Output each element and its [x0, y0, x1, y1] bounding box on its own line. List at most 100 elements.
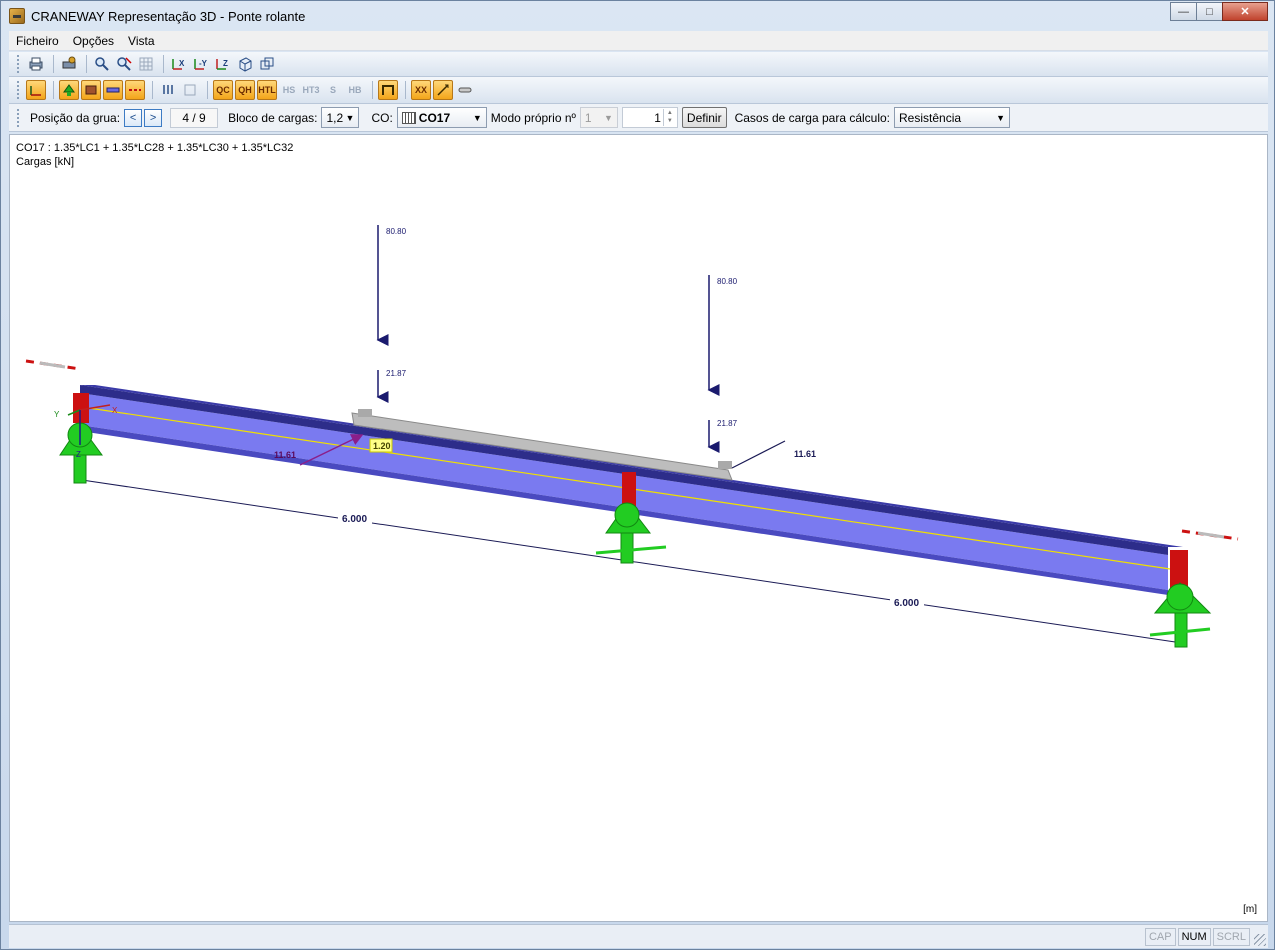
mode-number-spinner[interactable]: 1 ▲ ▼: [621, 107, 678, 128]
unit-label: [m]: [1243, 904, 1257, 915]
load-values-icon[interactable]: [180, 80, 200, 100]
separator: [152, 81, 153, 99]
calculator-icon: [401, 111, 416, 124]
beam-display-icon[interactable]: [103, 80, 123, 100]
zoom-icon[interactable]: [92, 54, 112, 74]
dimension-icon[interactable]: [433, 80, 453, 100]
menu-opcoes[interactable]: Opções: [66, 34, 121, 48]
axial-load-label: 1.20: [373, 441, 391, 451]
horizontal-load-label-1: 21.87: [386, 369, 407, 378]
mode-select[interactable]: 1 ▼: [579, 107, 618, 128]
position-counter: 4 / 9: [170, 107, 219, 128]
next-position-button[interactable]: >: [144, 108, 163, 127]
menu-vista[interactable]: Vista: [121, 34, 161, 48]
spin-arrows-icon[interactable]: ▲ ▼: [662, 109, 676, 126]
end-plate-right: [1170, 550, 1188, 588]
toolbar-grip[interactable]: [17, 108, 20, 127]
dimension-label-2: 6.000: [894, 598, 919, 609]
caps-lock-indicator: CAP: [1144, 927, 1176, 946]
previous-position-button[interactable]: <: [124, 108, 143, 127]
load-block-value: 1,2: [326, 110, 344, 125]
vertical-load-label-2: 80.80: [717, 277, 738, 286]
zoom-out-icon[interactable]: [114, 54, 134, 74]
view-x-label: X: [179, 59, 185, 68]
window-controls: — □ ✕: [1170, 2, 1268, 21]
section-display-icon[interactable]: [81, 80, 101, 100]
separator: [53, 81, 54, 99]
separator: [405, 81, 406, 99]
hinge-rod-right: [1181, 529, 1239, 541]
qc-load-icon[interactable]: QC: [213, 80, 233, 100]
local-axes-icon[interactable]: XX: [411, 80, 431, 100]
wire-view-icon[interactable]: [257, 54, 277, 74]
mode-spin-value: 1: [654, 110, 661, 125]
ht3-load-icon[interactable]: HT3: [301, 80, 321, 100]
axes-display-icon[interactable]: [26, 80, 46, 100]
separator: [163, 55, 164, 73]
view-x-icon[interactable]: X: [169, 54, 189, 74]
s-load-icon[interactable]: S: [323, 80, 343, 100]
mode-value: 1: [584, 110, 592, 125]
view-minus-y-icon[interactable]: -Y: [191, 54, 211, 74]
chevron-down-icon: ▼: [603, 113, 613, 123]
toolbar-display: QC QH HTL HS HT3 S HB XX: [9, 77, 1268, 104]
hs-load-icon[interactable]: HS: [279, 80, 299, 100]
menu-ficheiro[interactable]: Ficheiro: [9, 34, 66, 48]
member-display-icon[interactable]: [125, 80, 145, 100]
load-block-select[interactable]: 1,2 ▼: [321, 107, 360, 128]
view-z-icon[interactable]: Z: [213, 54, 233, 74]
separator: [86, 55, 87, 73]
3d-viewport[interactable]: CO17 : 1.35*LC1 + 1.35*LC28 + 1.35*LC30 …: [9, 134, 1268, 922]
co-value: CO17: [418, 110, 451, 125]
toolbar-grip[interactable]: [17, 55, 20, 73]
axis-z-label: Z: [76, 450, 81, 459]
crane-position-label: Posição da grua:: [30, 110, 121, 125]
end-plate-middle: [622, 472, 636, 506]
support-display-icon[interactable]: [59, 80, 79, 100]
separator: [207, 81, 208, 99]
maximize-button[interactable]: □: [1196, 2, 1223, 21]
status-bar: CAP NUM SCRL: [9, 924, 1268, 948]
axis-y-label: Y: [54, 410, 60, 419]
grid-icon[interactable]: [136, 54, 156, 74]
scene-canvas: 6.000 6.000 X Y Z 80.80 21.87 80.80 21.8…: [25, 225, 1239, 648]
print-icon[interactable]: [26, 54, 46, 74]
hb-load-icon[interactable]: HB: [345, 80, 365, 100]
chevron-down-icon: ▼: [345, 113, 355, 123]
view-z-label: Z: [223, 59, 228, 68]
num-lock-indicator: NUM: [1177, 927, 1211, 946]
application-window: CRANEWAY Representação 3D - Ponte rolant…: [0, 0, 1275, 950]
define-button[interactable]: Definir: [681, 107, 727, 128]
print-settings-icon[interactable]: [59, 54, 79, 74]
hinge-rod-left: [25, 359, 81, 371]
lateral-load-label-1: 11.61: [274, 450, 296, 460]
view-y-label: -Y: [199, 59, 208, 68]
resize-grip-icon[interactable]: [1254, 934, 1266, 946]
end-plate-left: [73, 393, 89, 423]
axis-x-label: X: [112, 406, 118, 415]
toolbar-controls: Posição da grua: < > 4 / 9 Bloco de carg…: [9, 104, 1268, 132]
toolbar-grip[interactable]: [17, 81, 20, 99]
title-bar[interactable]: CRANEWAY Representação 3D - Ponte rolant…: [1, 1, 1274, 31]
crane-display-icon[interactable]: [378, 80, 398, 100]
toolbar-view: X -Y Z: [9, 52, 1268, 77]
lateral-load-label-2: 11.61: [794, 449, 816, 459]
co-label: CO:: [371, 110, 393, 125]
close-button[interactable]: ✕: [1222, 2, 1268, 21]
separator: [372, 81, 373, 99]
minimize-button[interactable]: —: [1170, 2, 1197, 21]
mode-label: Modo próprio nº: [490, 110, 576, 125]
crane-wheel-1: [358, 409, 372, 417]
iso-view-icon[interactable]: [235, 54, 255, 74]
lateral-load-line-2: [731, 440, 786, 469]
htl-load-icon[interactable]: HTL: [257, 80, 277, 100]
load-display-icon[interactable]: [158, 80, 178, 100]
craneway-app-icon: [9, 8, 25, 24]
chevron-down-icon: ▼: [472, 113, 482, 123]
co-select[interactable]: CO17 ▼: [396, 107, 487, 128]
load-block-label: Bloco de cargas:: [228, 110, 318, 125]
chevron-down-icon: ▼: [996, 113, 1006, 123]
rail-icon[interactable]: [455, 80, 475, 100]
load-cases-select[interactable]: Resistência ▼: [894, 107, 1011, 128]
qh-load-icon[interactable]: QH: [235, 80, 255, 100]
